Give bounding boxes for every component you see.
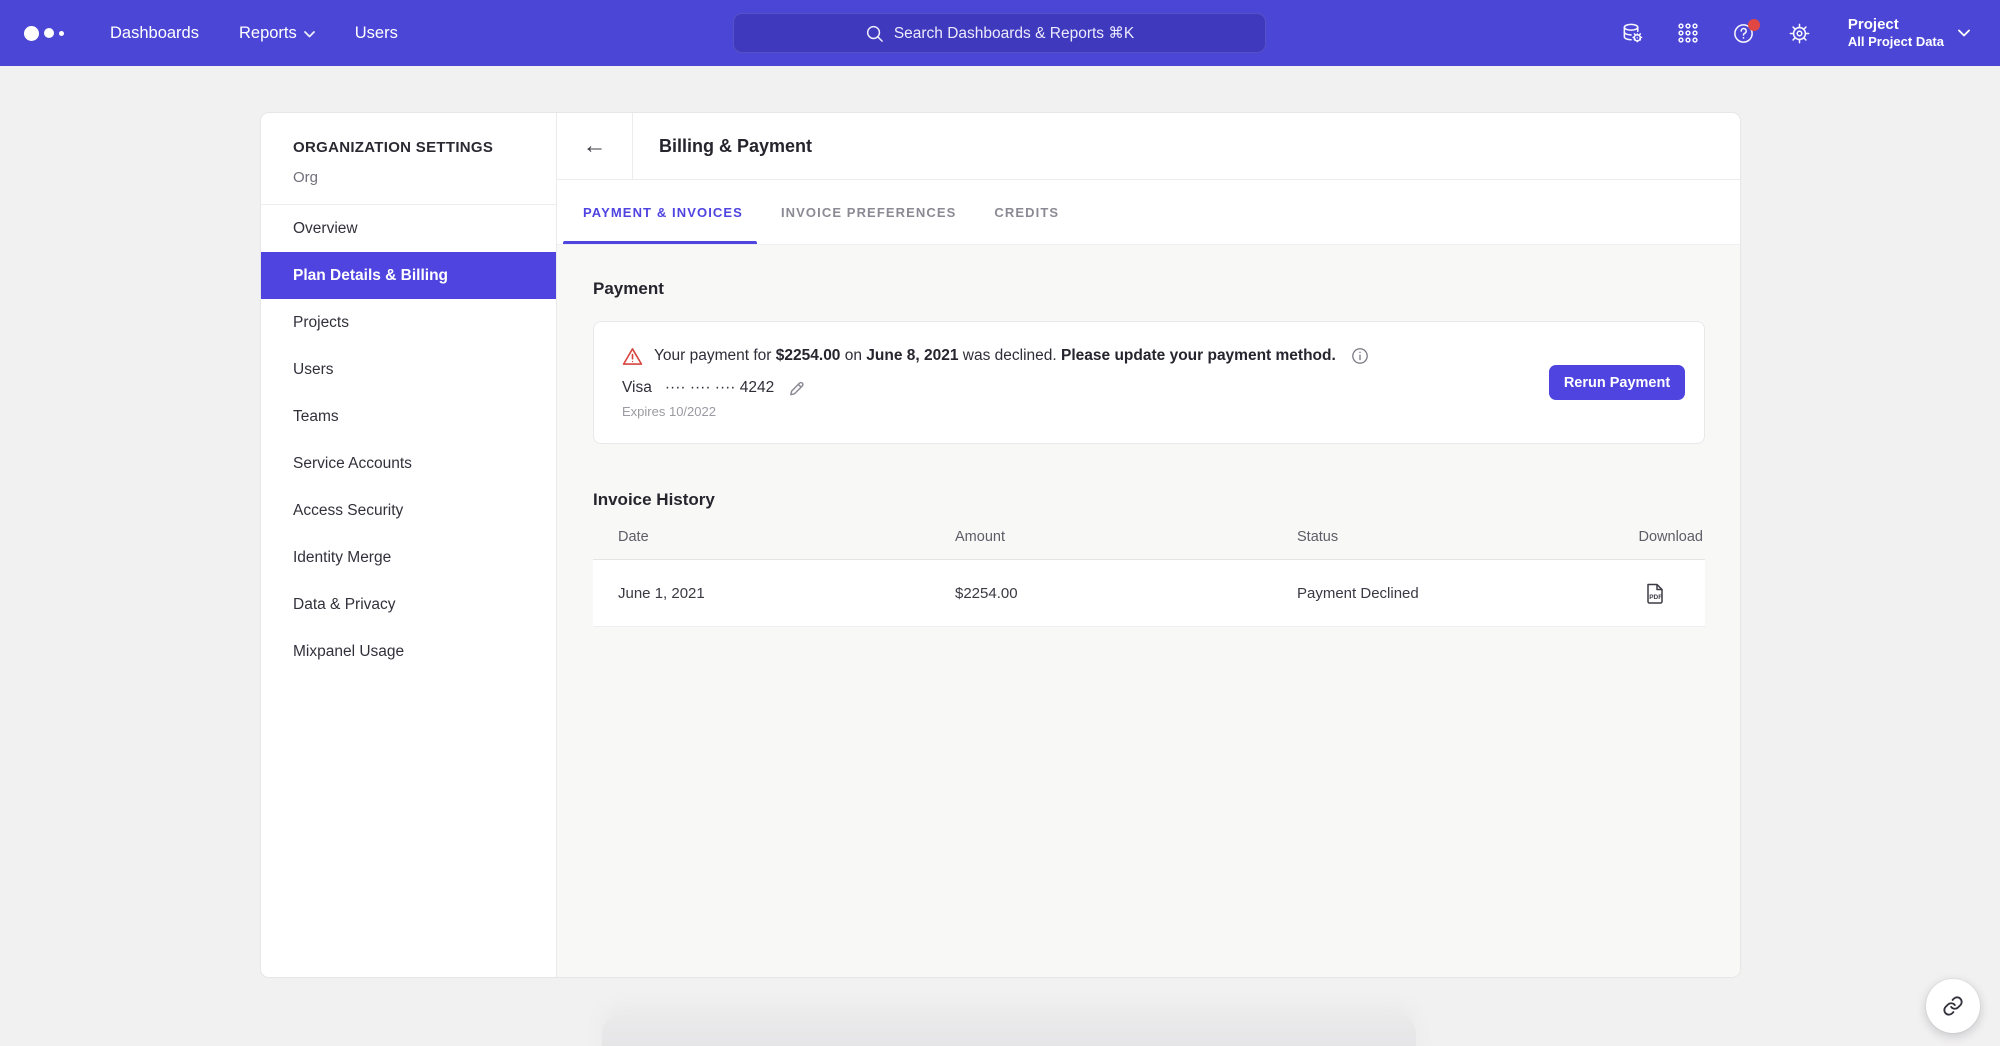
help-icon[interactable]	[1732, 22, 1755, 45]
sidebar-item-identity-merge[interactable]: Identity Merge	[261, 534, 556, 581]
card-expiry: Expires 10/2022	[622, 404, 1369, 419]
invoice-status: Payment Declined	[1272, 585, 1620, 602]
bottom-sheet-shadow	[602, 1014, 1416, 1046]
invoice-row: June 1, 2021 $2254.00 Payment Declined P…	[593, 560, 1705, 627]
sidebar-item-teams[interactable]: Teams	[261, 393, 556, 440]
payment-card: Your payment for $2254.00 on June 8, 202…	[593, 321, 1705, 444]
payment-section-title: Payment	[593, 279, 1704, 299]
edit-card-icon[interactable]	[787, 379, 806, 398]
payment-method: Visa ···· ···· ···· 4242	[622, 379, 1369, 398]
column-status: Status	[1272, 529, 1620, 545]
logo-dot	[24, 26, 39, 41]
apps-grid-icon[interactable]	[1677, 22, 1699, 44]
chevron-down-icon	[304, 31, 315, 38]
column-download: Download	[1620, 529, 1705, 545]
nav-dashboards[interactable]: Dashboards	[110, 24, 199, 43]
sidebar-item-mixpanel-usage[interactable]: Mixpanel Usage	[261, 628, 556, 675]
invoice-date: June 1, 2021	[593, 585, 930, 602]
invoice-amount: $2254.00	[930, 585, 1272, 602]
logo-dot	[44, 28, 54, 38]
settings-card: ORGANIZATION SETTINGS Org Overview Plan …	[261, 113, 1740, 977]
invoice-table-header: Date Amount Status Download	[593, 514, 1705, 560]
svg-text:PDF: PDF	[1649, 594, 1662, 601]
warning-post: was declined.	[959, 347, 1062, 364]
column-amount: Amount	[930, 529, 1272, 545]
sidebar-heading: ORGANIZATION SETTINGS	[293, 139, 524, 156]
search-placeholder: Search Dashboards & Reports ⌘K	[894, 24, 1134, 43]
invoice-table: Date Amount Status Download June 1, 2021…	[593, 514, 1705, 627]
back-button[interactable]: ←	[557, 113, 633, 179]
nav-reports-label: Reports	[239, 24, 297, 43]
project-switcher-title: Project	[1848, 16, 1944, 35]
warning-date: June 8, 2021	[866, 347, 958, 364]
card-brand: Visa	[622, 379, 652, 397]
warning-text: Your payment for $2254.00 on June 8, 202…	[654, 347, 1336, 365]
warning-pre: Your payment for	[654, 347, 776, 364]
warning-amount: $2254.00	[776, 347, 841, 364]
search-icon	[865, 24, 884, 43]
sidebar-item-access-security[interactable]: Access Security	[261, 487, 556, 534]
tab-invoice-preferences[interactable]: INVOICE PREFERENCES	[779, 180, 958, 244]
sidebar-item-projects[interactable]: Projects	[261, 299, 556, 346]
tab-credits[interactable]: CREDITS	[992, 180, 1061, 244]
sidebar-item-plan-details-billing[interactable]: Plan Details & Billing	[261, 252, 556, 299]
sidebar-nav: Overview Plan Details & Billing Projects…	[261, 205, 556, 675]
page-header: ← Billing & Payment	[557, 113, 1740, 180]
data-management-icon[interactable]	[1621, 22, 1644, 45]
chevron-down-icon	[1958, 29, 1970, 37]
nav-reports[interactable]: Reports	[239, 24, 315, 43]
link-icon	[1942, 995, 1964, 1017]
warning-action: Please update your payment method.	[1061, 347, 1336, 364]
warning-mid: on	[840, 347, 866, 364]
project-switcher[interactable]: Project All Project Data	[1848, 16, 1970, 51]
sidebar-item-data-privacy[interactable]: Data & Privacy	[261, 581, 556, 628]
mixpanel-logo[interactable]	[24, 26, 70, 41]
billing-tabs: PAYMENT & INVOICES INVOICE PREFERENCES C…	[557, 180, 1740, 245]
payment-declined-warning: Your payment for $2254.00 on June 8, 202…	[622, 347, 1369, 366]
nav-users[interactable]: Users	[355, 24, 398, 43]
sidebar-item-users[interactable]: Users	[261, 346, 556, 393]
top-navbar: Dashboards Reports Users Search Dashboar…	[0, 0, 2000, 66]
org-name: Org	[293, 169, 524, 186]
settings-gear-icon[interactable]	[1788, 22, 1811, 45]
info-icon[interactable]	[1351, 347, 1369, 365]
notification-badge	[1748, 19, 1760, 31]
copy-link-button[interactable]	[1926, 979, 1980, 1033]
rerun-payment-button[interactable]: Rerun Payment	[1549, 365, 1685, 400]
tab-payment-invoices[interactable]: PAYMENT & INVOICES	[581, 180, 745, 244]
column-date: Date	[593, 529, 930, 545]
sidebar-item-service-accounts[interactable]: Service Accounts	[261, 440, 556, 487]
back-arrow-icon: ←	[583, 134, 607, 158]
project-switcher-subtitle: All Project Data	[1848, 34, 1944, 50]
logo-dot	[59, 31, 64, 36]
global-search-input[interactable]: Search Dashboards & Reports ⌘K	[733, 13, 1266, 53]
download-pdf-icon[interactable]: PDF	[1645, 582, 1665, 604]
sidebar-item-overview[interactable]: Overview	[261, 205, 556, 252]
org-settings-sidebar: ORGANIZATION SETTINGS Org Overview Plan …	[261, 113, 557, 977]
warning-icon	[622, 347, 643, 366]
page-title: Billing & Payment	[633, 113, 812, 179]
billing-content: Payment Your payment for $2254.00 on Jun…	[557, 245, 1740, 977]
invoice-history-title: Invoice History	[593, 490, 1704, 510]
card-masked-number: ···· ···· ···· 4242	[665, 379, 774, 397]
